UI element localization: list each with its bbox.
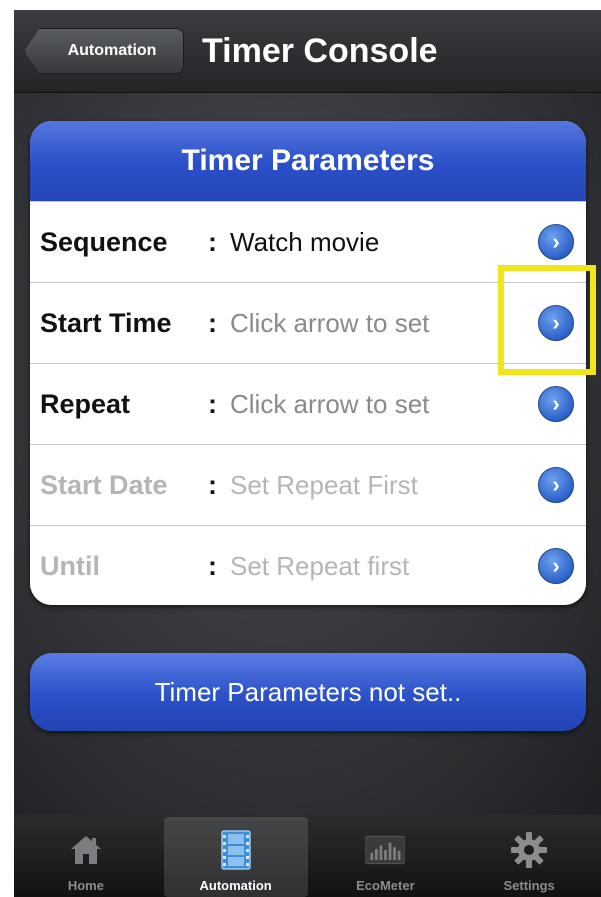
timer-status-button[interactable]: Timer Parameters not set.. [30, 653, 586, 731]
tab-bar: Home Automation EcoMeter Settings [14, 815, 601, 897]
row-value: Set Repeat First [230, 469, 418, 500]
row-colon: : [208, 388, 217, 419]
row-repeat[interactable]: Repeat : Click arrow to set › [30, 363, 586, 444]
card-header: Timer Parameters [30, 121, 586, 201]
row-value: Click arrow to set [230, 388, 430, 419]
row-until[interactable]: Until : Set Repeat first › [30, 525, 586, 605]
tab-label: Settings [503, 878, 555, 893]
row-colon: : [208, 307, 217, 338]
home-icon [66, 830, 106, 870]
navigation-bar: Automation Timer Console [14, 10, 601, 93]
phone-screen: Automation Timer Console Timer Parameter… [14, 10, 601, 897]
row-label: Start Date [40, 469, 168, 500]
bar-chart-icon [365, 830, 406, 870]
row-colon: : [208, 550, 217, 581]
row-label: Sequence [40, 226, 168, 257]
film-icon [216, 830, 256, 870]
row-label: Until [40, 550, 100, 581]
row-colon: : [208, 469, 217, 500]
row-label: Start Time [40, 307, 172, 338]
row-colon: : [208, 226, 217, 257]
tab-label: Automation [199, 878, 272, 893]
row-value: Set Repeat first [230, 550, 410, 581]
gear-icon [509, 830, 549, 870]
row-value: Click arrow to set [230, 307, 430, 338]
disclosure-arrow-icon[interactable]: › [538, 467, 574, 503]
tab-label: Home [67, 878, 104, 893]
disclosure-arrow-icon[interactable]: › [538, 548, 574, 584]
content-area: Timer Parameters Sequence : Watch movie … [14, 93, 601, 815]
tab-label: EcoMeter [356, 878, 415, 893]
tab-ecometer[interactable]: EcoMeter [314, 815, 458, 897]
tab-settings[interactable]: Settings [457, 815, 601, 897]
tab-home[interactable]: Home [14, 815, 158, 897]
back-button[interactable]: Automation [24, 28, 184, 74]
disclosure-arrow-icon[interactable]: › [538, 224, 574, 260]
row-start-date[interactable]: Start Date : Set Repeat First › [30, 444, 586, 525]
highlight-box [498, 265, 596, 375]
row-value: Watch movie [230, 226, 380, 257]
tab-automation[interactable]: Automation [163, 817, 308, 897]
disclosure-arrow-icon[interactable]: › [538, 386, 574, 422]
page-title: Timer Console [202, 31, 438, 70]
row-label: Repeat [40, 388, 131, 419]
